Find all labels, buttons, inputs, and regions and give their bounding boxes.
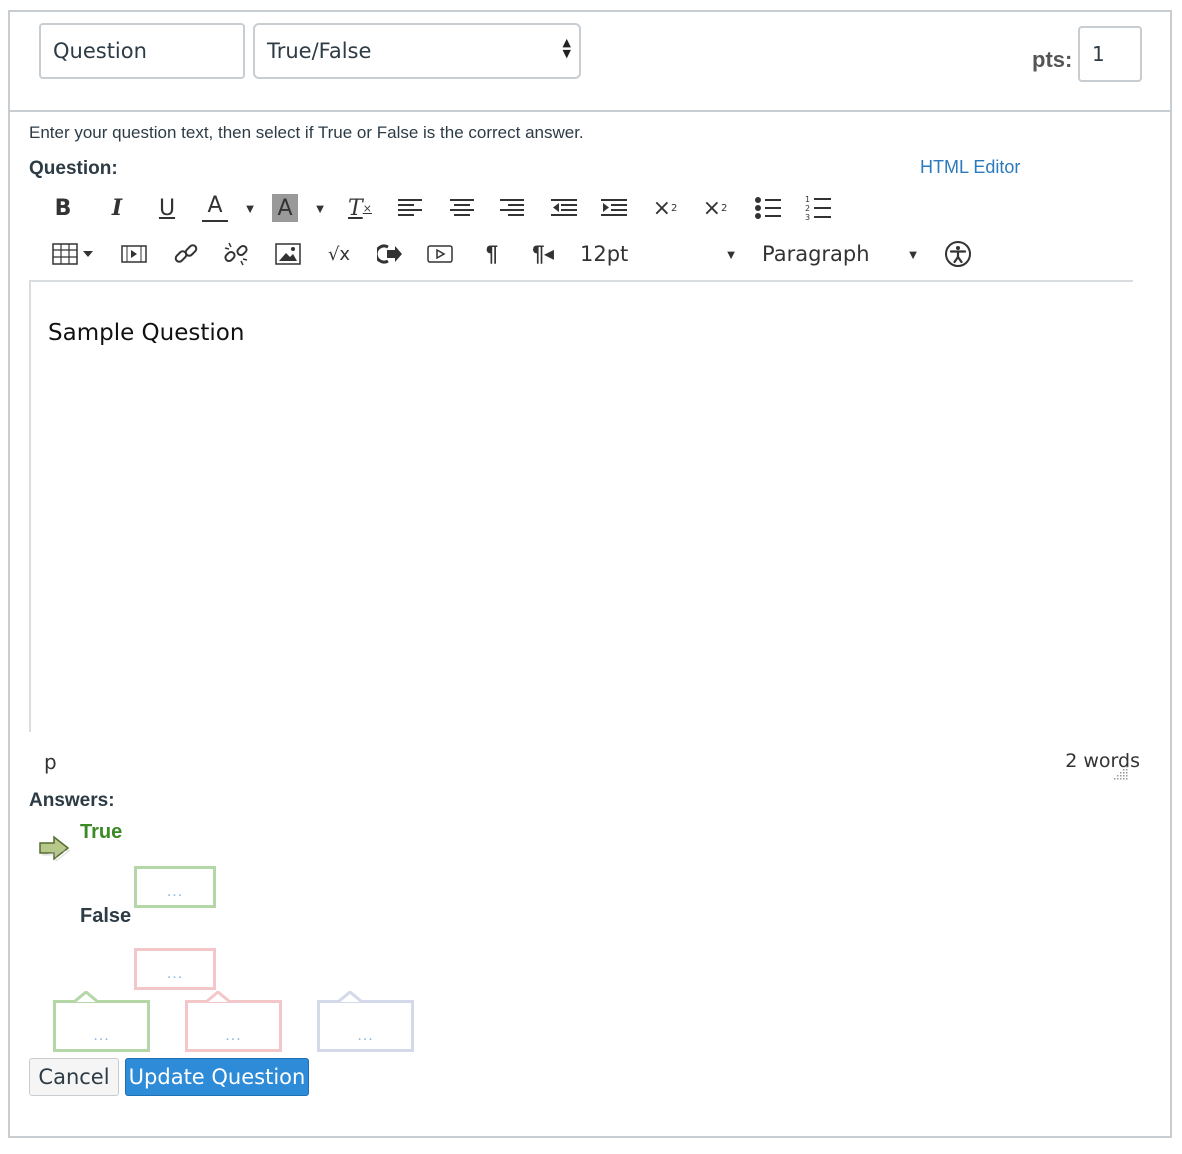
block-format-caret-icon[interactable]: ▼: [904, 236, 922, 272]
text-color-caret-icon[interactable]: ▼: [240, 190, 260, 226]
align-center-icon[interactable]: [448, 190, 476, 226]
answer-true[interactable]: True: [80, 821, 122, 844]
svg-text:1: 1: [805, 195, 810, 204]
neutral-comment-notch-icon: [338, 991, 362, 1003]
superscript-icon[interactable]: × 2: [652, 190, 678, 226]
correct-comment-box[interactable]: ...: [53, 1000, 150, 1052]
media-icon[interactable]: [120, 236, 148, 272]
resize-handle-icon[interactable]: [1114, 766, 1128, 780]
question-type-select[interactable]: True/False ▲ ▼: [253, 23, 581, 79]
rich-text-editor[interactable]: Sample Question: [29, 280, 1133, 732]
svg-text:2: 2: [805, 204, 810, 213]
question-name-input[interactable]: Question: [39, 23, 245, 79]
html-editor-link[interactable]: HTML Editor: [920, 157, 1020, 178]
align-right-icon[interactable]: [498, 190, 526, 226]
comment-placeholder: ...: [166, 965, 184, 982]
indent-icon[interactable]: [600, 190, 628, 226]
accessibility-icon[interactable]: [944, 236, 972, 272]
link-icon[interactable]: [172, 236, 200, 272]
bullet-list-icon[interactable]: [754, 190, 782, 226]
points-label: pts:: [1032, 47, 1073, 72]
image-icon[interactable]: [274, 236, 302, 272]
italic-icon[interactable]: I: [104, 190, 130, 226]
rtl-icon[interactable]: ¶ ◀: [528, 236, 558, 272]
background-color-caret-icon[interactable]: ▼: [310, 190, 330, 226]
table-icon[interactable]: [50, 236, 98, 272]
underline-icon[interactable]: U: [154, 190, 180, 226]
embed-icon[interactable]: [376, 236, 404, 272]
neutral-comment-box[interactable]: ...: [317, 1000, 414, 1052]
text-color-icon[interactable]: A: [202, 190, 228, 222]
cancel-button[interactable]: Cancel: [29, 1058, 119, 1096]
editor-content[interactable]: Sample Question: [48, 320, 244, 346]
answers-label: Answers:: [29, 790, 115, 811]
align-left-icon[interactable]: [396, 190, 424, 226]
svg-text:3: 3: [805, 213, 810, 221]
question-type-value: True/False: [267, 39, 372, 63]
question-header: Question True/False ▲ ▼ pts: 1: [10, 12, 1170, 112]
element-path: p: [44, 750, 57, 774]
ltr-icon[interactable]: ¶: [478, 236, 506, 272]
word-count: 2 words: [1065, 750, 1140, 772]
equation-icon[interactable]: √x: [324, 236, 354, 272]
answer-false[interactable]: False: [80, 905, 131, 928]
outdent-icon[interactable]: [550, 190, 578, 226]
font-size-select[interactable]: 12pt: [580, 236, 628, 272]
block-format-select[interactable]: Paragraph: [762, 236, 872, 272]
correct-answer-arrow-icon: [39, 835, 71, 863]
comment-placeholder: ...: [166, 883, 184, 900]
false-comment-box[interactable]: ...: [134, 948, 216, 990]
comment-placeholder: ...: [93, 1027, 110, 1044]
unlink-icon[interactable]: [222, 236, 250, 272]
subscript-icon[interactable]: × 2: [702, 190, 728, 226]
font-size-caret-icon[interactable]: ▼: [722, 236, 740, 272]
correct-comment-notch-icon: [74, 991, 98, 1003]
video-icon[interactable]: [426, 236, 454, 272]
background-color-icon[interactable]: A: [272, 194, 298, 222]
comment-placeholder: ...: [357, 1027, 374, 1044]
incorrect-comment-notch-icon: [206, 991, 230, 1003]
question-instructions: Enter your question text, then select if…: [29, 123, 584, 142]
select-arrows-icon: ▲ ▼: [562, 36, 571, 60]
update-question-button[interactable]: Update Question: [125, 1058, 309, 1096]
true-comment-box[interactable]: ...: [134, 866, 216, 908]
clear-formatting-icon[interactable]: T ×: [346, 190, 374, 226]
incorrect-comment-box[interactable]: ...: [185, 1000, 282, 1052]
numbered-list-icon[interactable]: 123: [804, 190, 832, 226]
bold-icon[interactable]: B: [50, 190, 76, 226]
points-input[interactable]: 1: [1078, 26, 1142, 82]
comment-placeholder: ...: [225, 1027, 242, 1044]
question-label: Question:: [29, 158, 118, 179]
